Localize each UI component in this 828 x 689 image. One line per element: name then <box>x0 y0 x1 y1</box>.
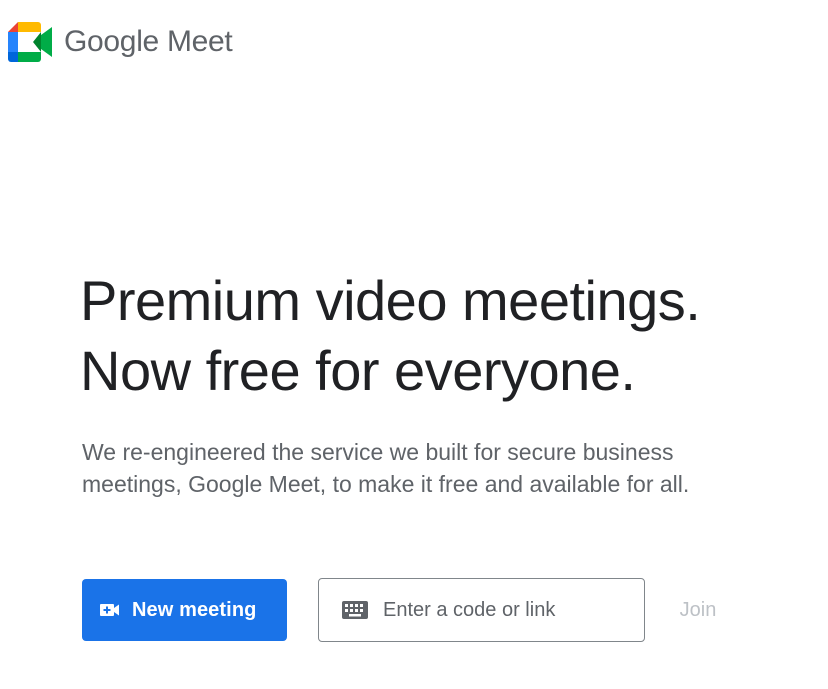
hero-description: We re-engineered the service we built fo… <box>82 436 762 500</box>
meeting-code-input[interactable] <box>383 598 623 622</box>
app-header: Google Meet <box>8 18 233 66</box>
meeting-code-field[interactable] <box>318 578 645 642</box>
new-meeting-label: New meeting <box>132 598 257 621</box>
keyboard-icon <box>342 601 368 619</box>
google-meet-logo-icon[interactable] <box>8 22 52 62</box>
description-line-1: We re-engineered the service we built fo… <box>82 439 674 465</box>
hero-headline: Premium video meetings. Now free for eve… <box>80 266 800 406</box>
new-meeting-button[interactable]: New meeting <box>82 579 287 641</box>
join-button[interactable]: Join <box>662 585 734 635</box>
app-title: Google Meet <box>64 25 233 58</box>
headline-line-1: Premium video meetings. <box>80 269 701 332</box>
headline-line-2: Now free for everyone. <box>80 339 636 402</box>
description-line-2: meetings, Google Meet, to make it free a… <box>82 471 690 497</box>
video-add-icon <box>100 604 119 616</box>
